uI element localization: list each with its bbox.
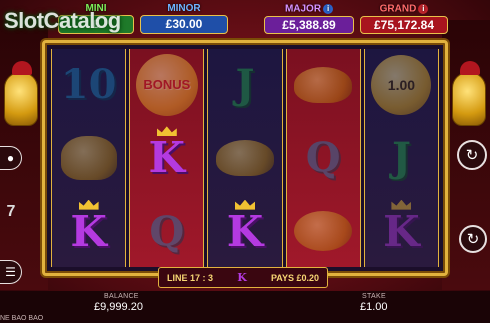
king-symbol-text: K	[226, 206, 264, 256]
bottom-bar: BALANCE £9,999.20 STAKE £1.00 NE BAO BAO	[0, 291, 490, 323]
jackpot-minor: MINOR £30.00	[140, 4, 228, 34]
jackpot-major-row: MAJOR i	[284, 3, 334, 15]
jackpot-major-label: MAJOR	[284, 3, 322, 15]
crown-icon	[391, 199, 412, 210]
win-pays-text: PAYS £0.20	[270, 272, 319, 283]
king-symbol-text: K	[70, 206, 107, 256]
symbol-jack: J	[208, 49, 281, 120]
symbol-queen: Q	[130, 196, 203, 267]
jack-symbol-text: J	[235, 61, 255, 109]
reel-4: Q	[285, 49, 361, 267]
queen-symbol-text: Q	[149, 207, 185, 255]
reel-3: JK	[207, 49, 283, 267]
stake-label: STAKE	[362, 293, 386, 300]
symbol-king: K	[130, 122, 203, 193]
reel-grid: 10 K BONUS K Q J K Q 1.00 J K	[51, 49, 440, 267]
jackpot-major: MAJOR i £5,388.89	[264, 4, 354, 34]
queen-symbol-text: Q	[305, 134, 341, 182]
symbol-queen: Q	[287, 122, 360, 193]
balance-label: BALANCE	[104, 293, 139, 300]
game-name: NE BAO BAO	[0, 315, 44, 322]
crown-icon	[78, 199, 99, 210]
golden-pig-icon	[294, 211, 353, 252]
win-symbol-icon: K	[237, 271, 247, 284]
win-line-text: LINE 17 : 3	[167, 272, 214, 283]
jackpot-grand-row: GRAND i	[380, 4, 429, 15]
jackpot-grand-value: £75,172.84	[360, 15, 448, 34]
symbol-king: K	[52, 196, 125, 267]
king-symbol-text: K	[148, 133, 186, 183]
jackpot-minor-label: MINOR	[167, 3, 201, 14]
ten-symbol-text: 10	[60, 61, 117, 109]
balance-value: £9,999.20	[94, 301, 143, 313]
golden-turtle-icon	[294, 66, 353, 103]
crown-icon	[156, 126, 177, 137]
jackpot-grand: GRAND i £75,172.84	[360, 4, 448, 34]
symbol-value-coin: 1.00	[365, 49, 438, 120]
jackpot-grand-label: GRAND	[379, 3, 417, 15]
reel-frame: 10 K BONUS K Q J K Q 1.00 J K	[42, 40, 448, 276]
yin-yang-coin-icon: BONUS	[135, 53, 198, 116]
symbol-bonus-coin: BONUS	[130, 49, 203, 120]
info-icon[interactable]: i	[418, 4, 429, 14]
reel-1: 10 K	[51, 49, 127, 267]
bonus-label: BONUS	[143, 77, 191, 93]
refresh-icon[interactable]: ↻	[457, 140, 487, 170]
jackpot-major-value: £5,388.89	[264, 15, 354, 34]
reel-5: 1.00 J K	[363, 49, 440, 267]
reel-2: BONUS K Q	[129, 49, 205, 267]
golden-turtle-icon	[216, 139, 274, 176]
symbol-golden-lion	[52, 122, 125, 193]
jack-symbol-text: J	[391, 134, 411, 182]
coin-value: 1.00	[371, 54, 432, 115]
symbol-ten: 10	[52, 49, 125, 120]
symbol-king: K	[208, 196, 281, 267]
golden-lion-icon	[60, 135, 117, 180]
symbol-golden-turtle	[208, 122, 281, 193]
symbol-golden-turtle	[287, 49, 360, 120]
win-info-bar: LINE 17 : 3 K PAYS £0.20	[158, 267, 328, 288]
jackpot-minor-value: £30.00	[140, 15, 228, 34]
symbol-king: K	[365, 196, 438, 267]
king-symbol-text: K	[383, 206, 420, 256]
stake-value[interactable]: £1.00	[360, 301, 388, 313]
watermark-logo: SlotCatalog	[4, 8, 121, 33]
symbol-jack: J	[365, 122, 438, 193]
crown-icon	[235, 199, 255, 210]
autoplay-icon[interactable]: ↻	[459, 225, 487, 253]
golden-mascot-left	[4, 61, 38, 126]
info-icon[interactable]: i	[323, 4, 334, 14]
golden-mascot-right	[452, 61, 486, 126]
symbol-golden-pig	[287, 196, 360, 267]
